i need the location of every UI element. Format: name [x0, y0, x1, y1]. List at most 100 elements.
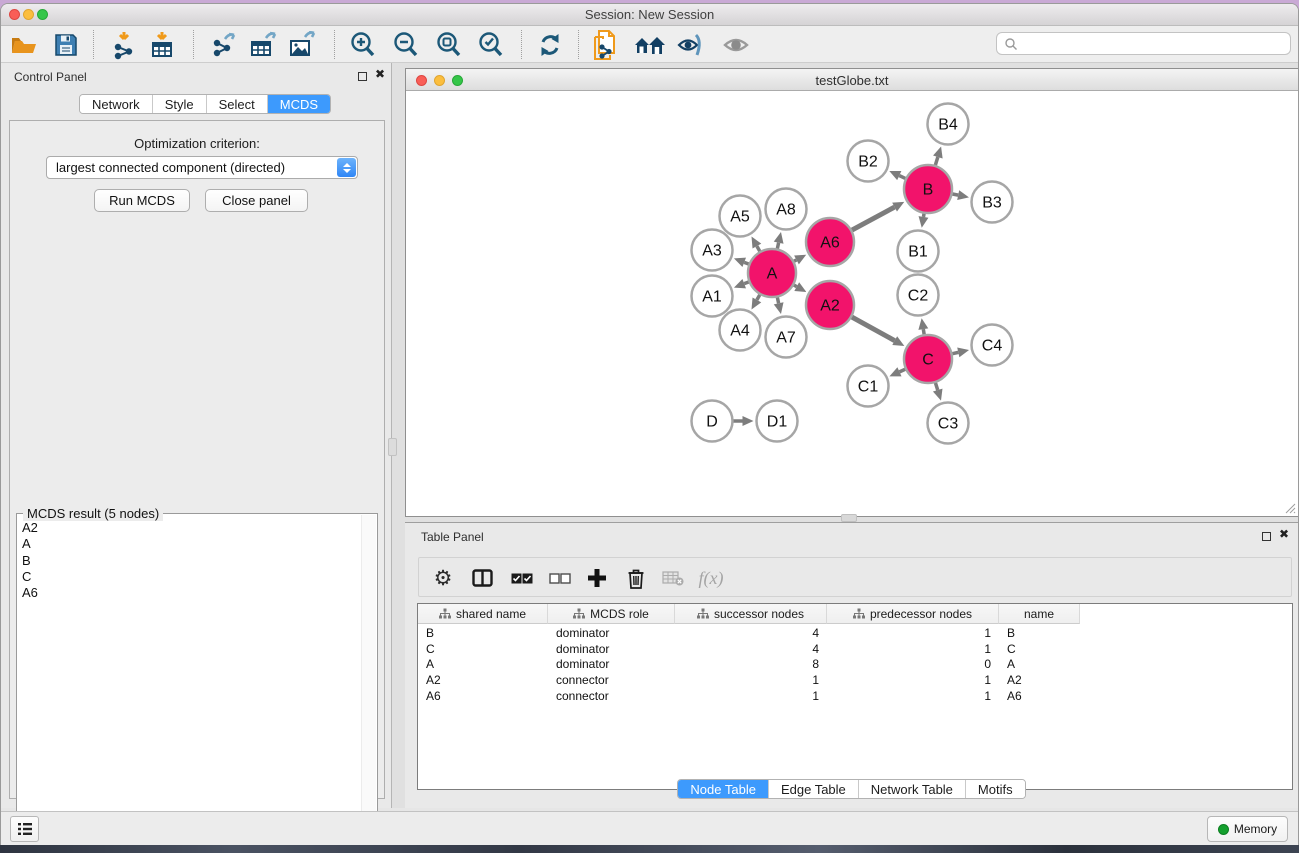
select-all-icon[interactable]: [505, 558, 539, 598]
vertical-splitter-grip[interactable]: [388, 438, 397, 456]
graph-edge-B-B1[interactable]: [923, 214, 924, 217]
network-canvas[interactable]: B4B2BB3A8A5A6A3B1AA1C2A2A4A7C4CC1DD1C3: [406, 91, 1298, 516]
close-panel-button[interactable]: Close panel: [205, 189, 308, 212]
close-panel-icon[interactable]: ✖: [375, 67, 385, 81]
cell-shared-name[interactable]: A2: [418, 673, 548, 689]
import-network-icon[interactable]: [105, 28, 143, 61]
cell-successor-nodes[interactable]: 4: [675, 626, 827, 642]
cell-successor-nodes[interactable]: 4: [675, 642, 827, 658]
graph-node-B3[interactable]: B3: [972, 182, 1013, 223]
tab-network-table[interactable]: Network Table: [859, 780, 966, 798]
cell-MCDS-role[interactable]: dominator: [548, 657, 675, 673]
graph-node-C[interactable]: C: [904, 335, 952, 383]
column-header-successor-nodes[interactable]: successor nodes: [675, 604, 827, 624]
float-panel-icon[interactable]: [1262, 532, 1271, 541]
cell-name[interactable]: B: [999, 626, 1080, 642]
split-panel-icon[interactable]: [465, 558, 499, 598]
scrollbar-track[interactable]: [361, 515, 376, 846]
table-row[interactable]: A2connector11A2: [418, 673, 1292, 689]
export-network-icon[interactable]: [205, 28, 243, 61]
resize-grip-icon[interactable]: [1282, 500, 1296, 514]
cell-name[interactable]: A2: [999, 673, 1080, 689]
export-image-icon[interactable]: [283, 28, 321, 61]
graph-edge-A2-C[interactable]: [852, 317, 895, 341]
graph-edge-A-A8[interactable]: [777, 243, 778, 249]
column-header-shared-name[interactable]: shared name: [418, 604, 548, 624]
graph-node-B[interactable]: B: [904, 165, 952, 213]
float-panel-icon[interactable]: [358, 72, 367, 81]
cell-name[interactable]: C: [999, 642, 1080, 658]
graph-edge-A-A2[interactable]: [794, 285, 797, 287]
cell-predecessor-nodes[interactable]: 1: [827, 689, 999, 705]
graph-edge-A-A1[interactable]: [744, 282, 748, 284]
graph-node-B2[interactable]: B2: [848, 141, 889, 182]
graph-node-A7[interactable]: A7: [766, 317, 807, 358]
gear-icon[interactable]: ⚙: [427, 558, 459, 598]
mcds-result-item[interactable]: A: [22, 536, 360, 552]
column-header-predecessor-nodes[interactable]: predecessor nodes: [827, 604, 999, 624]
graph-node-C4[interactable]: C4: [972, 325, 1013, 366]
graph-edge-C-C3[interactable]: [935, 383, 937, 390]
graph-edge-B-B3[interactable]: [952, 194, 958, 195]
home-icon[interactable]: [631, 28, 669, 61]
graph-node-A6[interactable]: A6: [806, 218, 854, 266]
graph-edge-B-B4[interactable]: [935, 157, 938, 165]
mcds-result-item[interactable]: A2: [22, 520, 360, 536]
table-row[interactable]: Adominator80A: [418, 657, 1292, 673]
graph-node-A[interactable]: A: [748, 249, 796, 297]
graph-node-B1[interactable]: B1: [898, 231, 939, 272]
cell-name[interactable]: A: [999, 657, 1080, 673]
cell-successor-nodes[interactable]: 1: [675, 673, 827, 689]
cell-predecessor-nodes[interactable]: 1: [827, 642, 999, 658]
graph-node-A5[interactable]: A5: [720, 196, 761, 237]
cell-shared-name[interactable]: B: [418, 626, 548, 642]
deselect-all-icon[interactable]: [543, 558, 577, 598]
graph-node-A1[interactable]: A1: [692, 276, 733, 317]
tab-edge-table[interactable]: Edge Table: [769, 780, 859, 798]
tab-mcds[interactable]: MCDS: [268, 95, 330, 113]
cell-MCDS-role[interactable]: dominator: [548, 642, 675, 658]
graph-node-C1[interactable]: C1: [848, 366, 889, 407]
import-table-icon[interactable]: [143, 28, 181, 61]
graph-edge-A6-B[interactable]: [852, 207, 895, 230]
cell-MCDS-role[interactable]: dominator: [548, 626, 675, 642]
graph-edge-C-C1[interactable]: [899, 369, 905, 372]
delete-icon[interactable]: [619, 558, 653, 598]
cell-shared-name[interactable]: A6: [418, 689, 548, 705]
cell-shared-name[interactable]: A: [418, 657, 548, 673]
mcds-result-item[interactable]: B: [22, 553, 360, 569]
network-graph[interactable]: B4B2BB3A8A5A6A3B1AA1C2A2A4A7C4CC1DD1C3: [406, 91, 1298, 517]
cell-predecessor-nodes[interactable]: 1: [827, 673, 999, 689]
table-row[interactable]: Cdominator41C: [418, 642, 1292, 658]
cell-name[interactable]: A6: [999, 689, 1080, 705]
column-header-MCDS-role[interactable]: MCDS role: [548, 604, 675, 624]
optimization-criterion-select[interactable]: largest connected component (directed): [46, 156, 358, 179]
zoom-in-icon[interactable]: [344, 28, 382, 61]
graph-node-D1[interactable]: D1: [757, 401, 798, 442]
cell-predecessor-nodes[interactable]: 0: [827, 657, 999, 673]
cell-predecessor-nodes[interactable]: 1: [827, 626, 999, 642]
cell-successor-nodes[interactable]: 1: [675, 689, 827, 705]
mcds-result-item[interactable]: C: [22, 569, 360, 585]
table-row[interactable]: Bdominator41B: [418, 626, 1292, 642]
graph-node-A4[interactable]: A4: [720, 310, 761, 351]
graph-edge-B-B2[interactable]: [899, 176, 905, 179]
graph-node-B4[interactable]: B4: [928, 104, 969, 145]
graph-node-A8[interactable]: A8: [766, 189, 807, 230]
graph-node-A2[interactable]: A2: [806, 281, 854, 329]
graph-node-D[interactable]: D: [692, 401, 733, 442]
graph-node-C3[interactable]: C3: [928, 403, 969, 444]
run-mcds-button[interactable]: Run MCDS: [94, 189, 190, 212]
tab-network[interactable]: Network: [80, 95, 153, 113]
zoom-selected-icon[interactable]: [472, 28, 510, 61]
graph-edge-A-A4[interactable]: [757, 295, 760, 300]
add-column-icon[interactable]: [579, 558, 615, 598]
network-from-selection-icon[interactable]: [586, 28, 624, 61]
cell-MCDS-role[interactable]: connector: [548, 673, 675, 689]
cell-successor-nodes[interactable]: 8: [675, 657, 827, 673]
graph-edge-A-A6[interactable]: [794, 260, 796, 261]
mcds-result-item[interactable]: A6: [22, 585, 360, 601]
tab-node-table[interactable]: Node Table: [678, 780, 769, 798]
graph-node-C2[interactable]: C2: [898, 275, 939, 316]
horizontal-splitter-grip[interactable]: [841, 514, 857, 522]
